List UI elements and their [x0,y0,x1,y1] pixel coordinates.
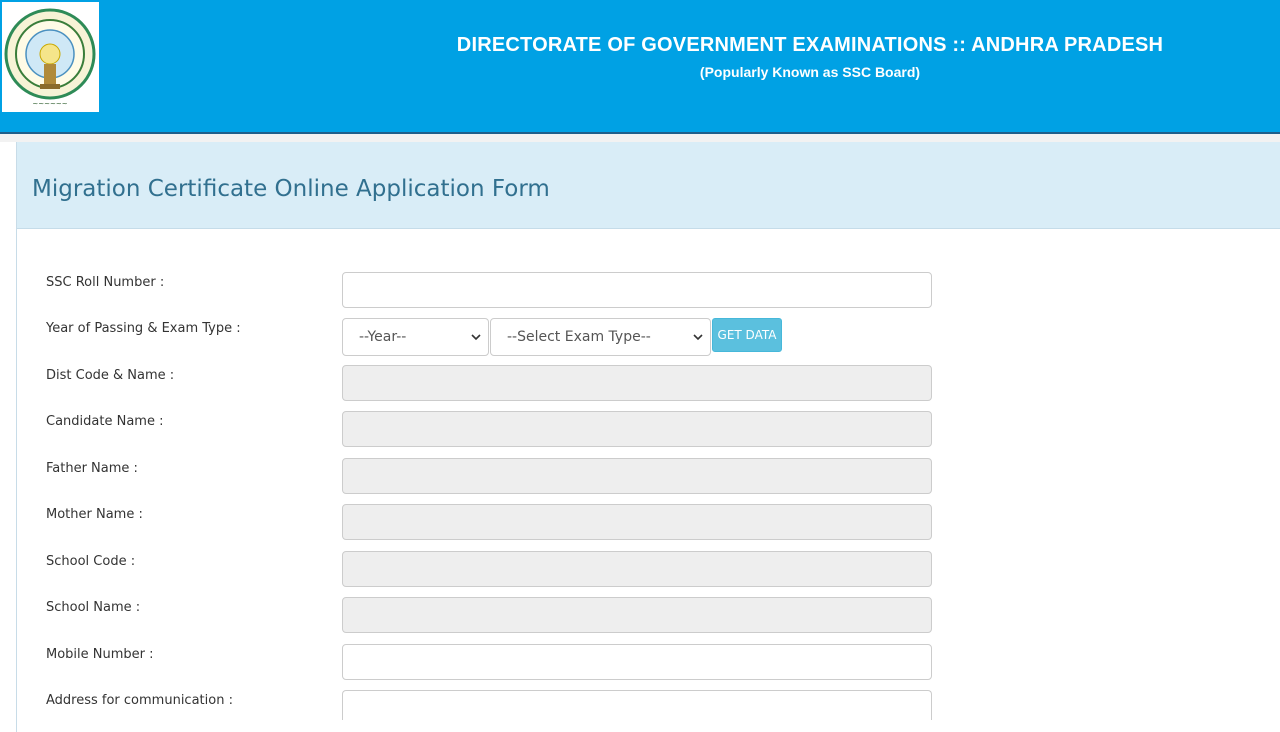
label-father-name: Father Name : [46,461,138,476]
school-code-field [342,551,932,587]
emblem-logo: ~~~~~~ [2,2,99,112]
ssc-roll-number-input[interactable] [342,272,932,308]
header-subtitle: (Popularly Known as SSC Board) [699,64,921,80]
exam-type-select-value: --Select Exam Type-- [507,329,651,345]
svg-text:~~~~~~: ~~~~~~ [32,100,67,108]
label-dist-code-name: Dist Code & Name : [46,368,175,383]
get-data-button[interactable]: GET DATA [712,318,782,352]
label-school-name: School Name : [46,600,141,615]
label-candidate-name: Candidate Name : [46,414,164,429]
label-school-code: School Code : [46,554,136,569]
site-header: ~~~~~~ DIRECTORATE OF GOVERNMENT EXAMINA… [0,0,1280,134]
school-name-field [342,597,932,633]
dist-code-name-field [342,365,932,401]
address-input[interactable] [342,690,932,720]
page-title: Migration Certificate Online Application… [32,176,550,202]
label-year-exam-type: Year of Passing & Exam Type : [46,321,241,336]
candidate-name-field [342,411,932,447]
mobile-number-input[interactable] [342,644,932,680]
father-name-field [342,458,932,494]
year-select-value: --Year-- [359,329,407,345]
exam-type-select[interactable]: --Select Exam Type-- [490,318,711,356]
andhra-pradesh-emblem-icon: ~~~~~~ [4,8,96,108]
label-mother-name: Mother Name : [46,507,143,522]
label-mobile-number: Mobile Number : [46,647,154,662]
panel-heading: Migration Certificate Online Application… [17,142,1280,229]
mother-name-field [342,504,932,540]
header-title: DIRECTORATE OF GOVERNMENT EXAMINATIONS :… [456,34,1164,56]
year-select[interactable]: --Year-- [342,318,489,356]
chevron-down-icon [693,334,703,341]
label-ssc-roll-number: SSC Roll Number : [46,275,165,290]
label-address: Address for communication : [46,693,233,708]
header-divider [0,134,1280,142]
chevron-down-icon [471,334,481,341]
